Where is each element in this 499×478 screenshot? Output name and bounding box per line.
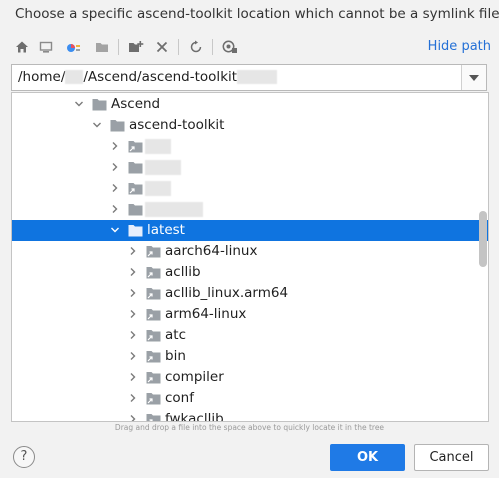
- hide-path-link[interactable]: Hide path: [428, 39, 491, 54]
- folder-icon: [128, 225, 143, 237]
- tree-row[interactable]: compiler: [12, 367, 478, 388]
- tree-row-label: Ascend: [111, 96, 161, 112]
- symlink-folder-icon: [128, 183, 143, 195]
- chevron-down-icon[interactable]: [92, 120, 102, 130]
- desktop-icon[interactable]: [36, 36, 56, 58]
- chevron-right-icon[interactable]: [128, 267, 138, 277]
- tree-row[interactable]: [12, 157, 478, 178]
- tree-row[interactable]: ascend-toolkit: [12, 115, 478, 136]
- symlink-folder-icon: [146, 267, 161, 279]
- tree-row[interactable]: fwkacllib: [12, 409, 478, 422]
- chevron-right-icon[interactable]: [128, 414, 138, 422]
- symlink-folder-icon: [146, 309, 161, 321]
- folder-icon: [128, 204, 143, 216]
- symlink-folder-icon: [146, 393, 161, 405]
- tree-row[interactable]: acllib: [12, 262, 478, 283]
- tree-row-label: conf: [165, 390, 194, 406]
- folder-icon: [110, 120, 125, 132]
- tree-row[interactable]: atc: [12, 325, 478, 346]
- symlink-folder-icon: [146, 330, 161, 342]
- chevron-right-icon[interactable]: [128, 288, 138, 298]
- delete-icon[interactable]: [152, 36, 172, 58]
- tree-row[interactable]: [12, 178, 478, 199]
- toolbar-separator: [178, 39, 179, 55]
- symlink-folder-icon: [146, 288, 161, 300]
- file-tree[interactable]: Ascend ascend-toolkit latest aarch64-linux a…: [11, 92, 489, 422]
- dialog-title: Choose a specific ascend-toolkit locatio…: [15, 6, 499, 22]
- chevron-right-icon[interactable]: [110, 183, 120, 193]
- chevron-right-icon[interactable]: [128, 309, 138, 319]
- symlink-folder-icon: [146, 351, 161, 363]
- tree-row-label: bin: [165, 348, 186, 364]
- project-icon[interactable]: [64, 36, 84, 58]
- tree-row-label: ascend-toolkit: [129, 117, 225, 133]
- tree-row-label: acllib: [165, 264, 201, 280]
- path-history-dropdown[interactable]: [461, 65, 486, 90]
- chevron-right-icon[interactable]: [110, 162, 120, 172]
- redacted-name: [145, 160, 181, 175]
- tree-scrollbar[interactable]: [479, 93, 487, 421]
- redacted-name: [145, 139, 171, 154]
- chevron-right-icon[interactable]: [128, 246, 138, 256]
- tree-row-label: arm64-linux: [165, 306, 247, 322]
- toolbar-separator: [212, 39, 213, 55]
- chevron-right-icon[interactable]: [128, 393, 138, 403]
- folder-icon: [128, 162, 143, 174]
- chevron-down-icon: [469, 74, 479, 81]
- tree-row-label: aarch64-linux: [165, 243, 258, 259]
- new-folder-icon[interactable]: [126, 36, 146, 58]
- redacted-name: [145, 202, 203, 217]
- symlink-folder-icon: [128, 141, 143, 153]
- chevron-down-icon[interactable]: [110, 225, 120, 235]
- folder-icon: [92, 99, 107, 111]
- tree-row[interactable]: arm64-linux: [12, 304, 478, 325]
- module-icon[interactable]: [92, 36, 112, 58]
- path-field[interactable]: /home/ /Ascend/ascend-toolkit: [11, 64, 487, 91]
- chevron-right-icon[interactable]: [110, 204, 120, 214]
- scrollbar-thumb[interactable]: [479, 211, 487, 267]
- help-button[interactable]: ?: [13, 446, 35, 468]
- chevron-down-icon[interactable]: [74, 99, 84, 109]
- refresh-icon[interactable]: [186, 36, 206, 58]
- tree-row-label: acllib_linux.arm64: [165, 285, 289, 301]
- redacted-user: [65, 70, 84, 84]
- path-prefix: /home/: [18, 69, 66, 85]
- toolbar-separator: [118, 39, 119, 55]
- show-hidden-icon[interactable]: [220, 36, 240, 58]
- tree-row[interactable]: [12, 136, 478, 157]
- chevron-right-icon[interactable]: [110, 141, 120, 151]
- tree-row[interactable]: acllib_linux.arm64: [12, 283, 478, 304]
- path-middle: /Ascend/ascend-toolkit: [83, 69, 238, 85]
- tree-row[interactable]: Ascend: [12, 94, 478, 115]
- tree-row[interactable]: [12, 199, 478, 220]
- toolbar: Hide path: [12, 36, 491, 58]
- symlink-folder-icon: [146, 246, 161, 258]
- ok-button[interactable]: OK: [330, 444, 405, 471]
- redacted-name: [145, 181, 171, 196]
- tree-row[interactable]: bin: [12, 346, 478, 367]
- path-input[interactable]: /home/ /Ascend/ascend-toolkit: [12, 65, 462, 90]
- cancel-button[interactable]: Cancel: [414, 444, 489, 471]
- home-icon[interactable]: [12, 36, 32, 58]
- chevron-right-icon[interactable]: [128, 372, 138, 382]
- tree-row-selected[interactable]: latest: [12, 220, 488, 241]
- tree-row-label: atc: [165, 327, 186, 343]
- tree-row[interactable]: conf: [12, 388, 478, 409]
- symlink-folder-icon: [146, 372, 161, 384]
- tree-row-label: fwkacllib: [165, 411, 224, 422]
- chevron-right-icon[interactable]: [128, 351, 138, 361]
- symlink-folder-icon: [146, 414, 161, 421]
- redacted-version: [237, 70, 278, 84]
- tree-row-label: latest: [147, 222, 185, 238]
- drag-drop-hint: Drag and drop a file into the space abov…: [114, 423, 385, 432]
- chevron-right-icon[interactable]: [128, 330, 138, 340]
- tree-row-label: compiler: [165, 369, 224, 385]
- tree-row[interactable]: aarch64-linux: [12, 241, 478, 262]
